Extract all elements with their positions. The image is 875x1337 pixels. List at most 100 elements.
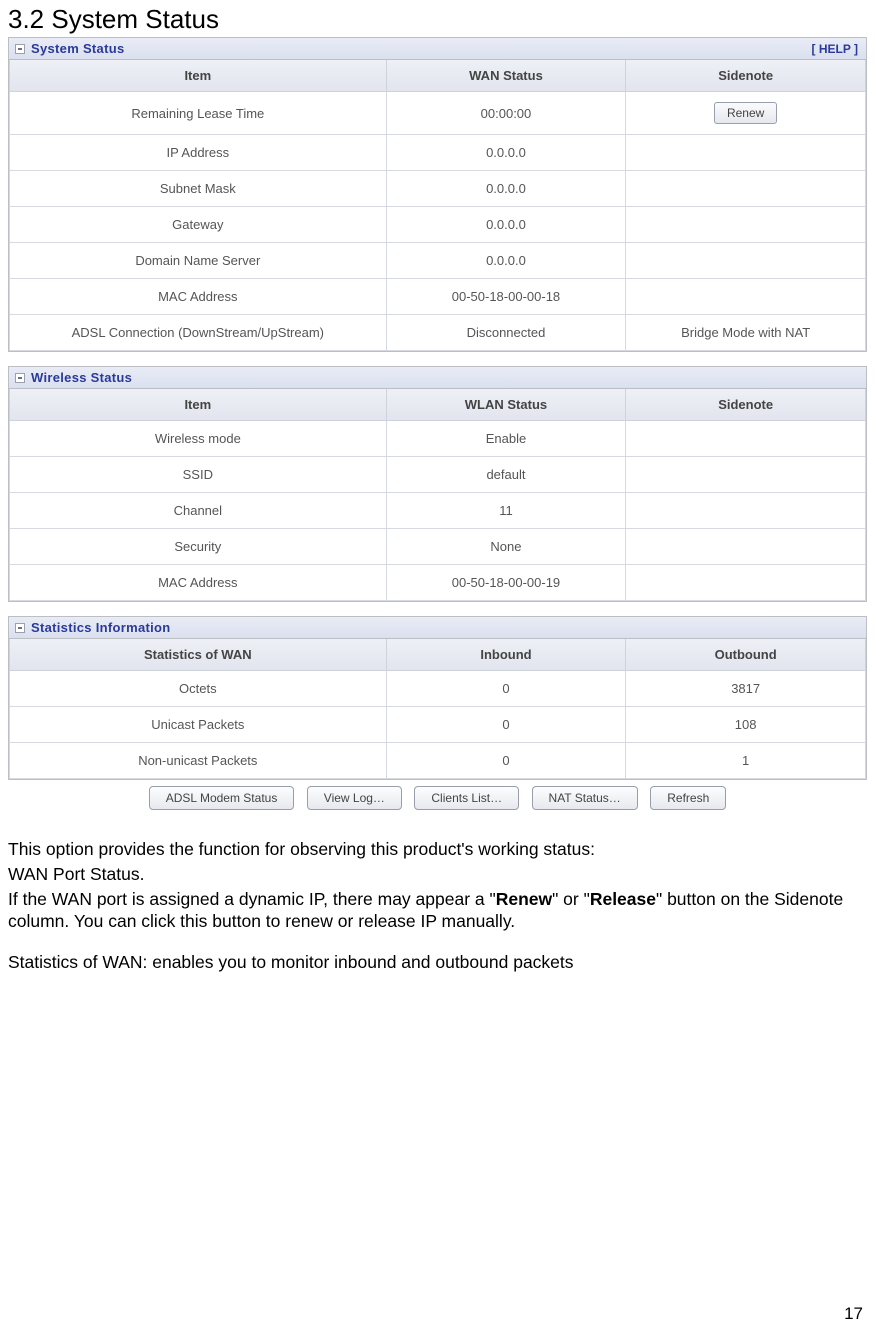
cell-status: 00:00:00 bbox=[386, 92, 626, 135]
cell-item: Non-unicast Packets bbox=[10, 743, 387, 779]
panel-icon bbox=[15, 44, 25, 54]
view-log-button[interactable]: View Log… bbox=[307, 786, 402, 810]
cell-status: 0.0.0.0 bbox=[386, 135, 626, 171]
cell-item: Gateway bbox=[10, 207, 387, 243]
cell-status: 0.0.0.0 bbox=[386, 243, 626, 279]
cell-out: 3817 bbox=[626, 671, 866, 707]
cell-item: Security bbox=[10, 529, 387, 565]
desc-line: This option provides the function for ob… bbox=[8, 838, 867, 861]
table-row: Wireless mode Enable bbox=[10, 421, 866, 457]
cell-status: 0.0.0.0 bbox=[386, 207, 626, 243]
cell-item: Wireless mode bbox=[10, 421, 387, 457]
system-status-panel: System Status [ HELP ] Item WAN Status S… bbox=[8, 37, 867, 352]
table-row: SSID default bbox=[10, 457, 866, 493]
cell-status: 00-50-18-00-00-19 bbox=[386, 565, 626, 601]
cell-status: 0.0.0.0 bbox=[386, 171, 626, 207]
cell-side bbox=[626, 529, 866, 565]
cell-status: Disconnected bbox=[386, 315, 626, 351]
cell-item: MAC Address bbox=[10, 565, 387, 601]
desc-text: If the WAN port is assigned a dynamic IP… bbox=[8, 889, 496, 909]
table-row: Domain Name Server 0.0.0.0 bbox=[10, 243, 866, 279]
wireless-status-table: Item WLAN Status Sidenote Wireless mode … bbox=[9, 389, 866, 601]
clients-list-button[interactable]: Clients List… bbox=[414, 786, 519, 810]
cell-side: Renew bbox=[626, 92, 866, 135]
cell-status: Enable bbox=[386, 421, 626, 457]
statistics-panel: Statistics Information Statistics of WAN… bbox=[8, 616, 867, 780]
col-header: Item bbox=[10, 60, 387, 92]
cell-in: 0 bbox=[386, 707, 626, 743]
cell-in: 0 bbox=[386, 743, 626, 779]
table-row: Unicast Packets 0 108 bbox=[10, 707, 866, 743]
cell-item: MAC Address bbox=[10, 279, 387, 315]
cell-item: Domain Name Server bbox=[10, 243, 387, 279]
col-header: WAN Status bbox=[386, 60, 626, 92]
cell-out: 108 bbox=[626, 707, 866, 743]
table-row: Subnet Mask 0.0.0.0 bbox=[10, 171, 866, 207]
table-row: MAC Address 00-50-18-00-00-19 bbox=[10, 565, 866, 601]
footer-button-row: ADSL Modem Status View Log… Clients List… bbox=[8, 786, 867, 810]
panel-icon bbox=[15, 373, 25, 383]
panel-icon bbox=[15, 623, 25, 633]
panel-header: Statistics Information bbox=[9, 617, 866, 639]
table-row: Non-unicast Packets 0 1 bbox=[10, 743, 866, 779]
system-status-table: Item WAN Status Sidenote Remaining Lease… bbox=[9, 60, 866, 351]
cell-side bbox=[626, 243, 866, 279]
cell-side bbox=[626, 565, 866, 601]
table-row: Octets 0 3817 bbox=[10, 671, 866, 707]
table-row: Gateway 0.0.0.0 bbox=[10, 207, 866, 243]
table-row: Channel 11 bbox=[10, 493, 866, 529]
cell-item: IP Address bbox=[10, 135, 387, 171]
desc-line: WAN Port Status. bbox=[8, 863, 867, 886]
cell-status: 11 bbox=[386, 493, 626, 529]
refresh-button[interactable]: Refresh bbox=[650, 786, 726, 810]
panel-title: Wireless Status bbox=[31, 370, 132, 385]
col-header: Statistics of WAN bbox=[10, 639, 387, 671]
desc-line: If the WAN port is assigned a dynamic IP… bbox=[8, 888, 867, 934]
col-header: Item bbox=[10, 389, 387, 421]
bold-renew: Renew bbox=[496, 889, 552, 909]
section-heading: 3.2 System Status bbox=[8, 4, 867, 35]
panel-title: Statistics Information bbox=[31, 620, 171, 635]
cell-status: 00-50-18-00-00-18 bbox=[386, 279, 626, 315]
cell-side bbox=[626, 135, 866, 171]
nat-status-button[interactable]: NAT Status… bbox=[532, 786, 638, 810]
table-row: IP Address 0.0.0.0 bbox=[10, 135, 866, 171]
cell-status: None bbox=[386, 529, 626, 565]
table-row: ADSL Connection (DownStream/UpStream) Di… bbox=[10, 315, 866, 351]
adsl-modem-status-button[interactable]: ADSL Modem Status bbox=[149, 786, 295, 810]
table-row: Remaining Lease Time 00:00:00 Renew bbox=[10, 92, 866, 135]
cell-item: Octets bbox=[10, 671, 387, 707]
cell-status: default bbox=[386, 457, 626, 493]
cell-side bbox=[626, 279, 866, 315]
desc-text: " or " bbox=[552, 889, 590, 909]
description-block: This option provides the function for ob… bbox=[8, 838, 867, 974]
page-number: 17 bbox=[8, 1304, 867, 1324]
col-header: Inbound bbox=[386, 639, 626, 671]
col-header: Sidenote bbox=[626, 60, 866, 92]
col-header: WLAN Status bbox=[386, 389, 626, 421]
cell-side: Bridge Mode with NAT bbox=[626, 315, 866, 351]
cell-in: 0 bbox=[386, 671, 626, 707]
cell-side bbox=[626, 207, 866, 243]
cell-side bbox=[626, 171, 866, 207]
cell-side bbox=[626, 421, 866, 457]
help-link[interactable]: [ HELP ] bbox=[812, 42, 858, 56]
bold-release: Release bbox=[590, 889, 656, 909]
cell-side bbox=[626, 493, 866, 529]
renew-button[interactable]: Renew bbox=[714, 102, 777, 124]
col-header: Outbound bbox=[626, 639, 866, 671]
cell-out: 1 bbox=[626, 743, 866, 779]
cell-item: Remaining Lease Time bbox=[10, 92, 387, 135]
panel-header: Wireless Status bbox=[9, 367, 866, 389]
cell-item: Subnet Mask bbox=[10, 171, 387, 207]
table-row: MAC Address 00-50-18-00-00-18 bbox=[10, 279, 866, 315]
cell-item: SSID bbox=[10, 457, 387, 493]
cell-item: Unicast Packets bbox=[10, 707, 387, 743]
statistics-table: Statistics of WAN Inbound Outbound Octet… bbox=[9, 639, 866, 779]
wireless-status-panel: Wireless Status Item WLAN Status Sidenot… bbox=[8, 366, 867, 602]
desc-line: Statistics of WAN: enables you to monito… bbox=[8, 951, 867, 974]
table-row: Security None bbox=[10, 529, 866, 565]
col-header: Sidenote bbox=[626, 389, 866, 421]
cell-side bbox=[626, 457, 866, 493]
panel-header: System Status [ HELP ] bbox=[9, 38, 866, 60]
